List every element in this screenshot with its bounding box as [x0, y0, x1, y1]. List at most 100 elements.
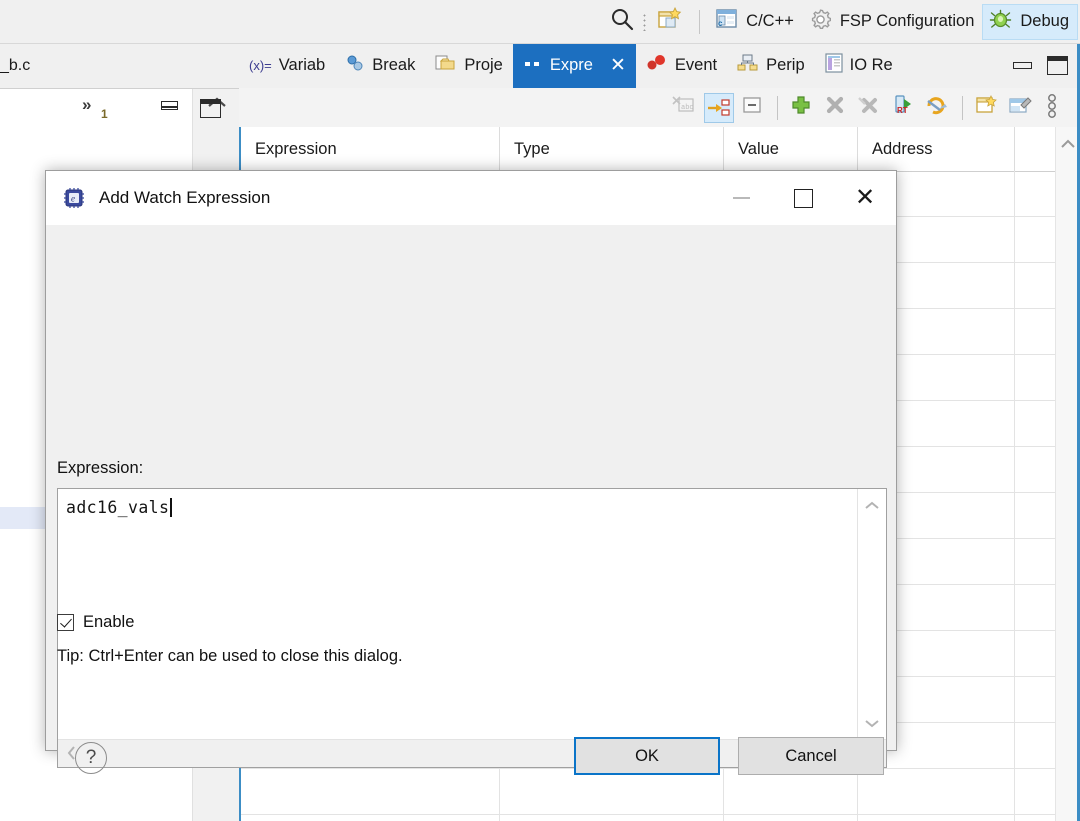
watch-expression-icon: e — [62, 186, 86, 210]
table-cell[interactable] — [1015, 217, 1058, 262]
cancel-button[interactable]: Cancel — [738, 737, 884, 775]
table-row[interactable] — [241, 815, 1080, 821]
table-cell[interactable] — [1015, 263, 1058, 308]
perspective-fsp-configuration[interactable]: FSP Configuration — [802, 6, 981, 38]
editor-tab-bar[interactable]: _b.c » 1 — [0, 43, 239, 121]
show-logical-structure-button[interactable] — [704, 92, 734, 123]
table-cell[interactable] — [241, 815, 500, 821]
expression-vertical-scrollbar[interactable] — [857, 489, 886, 740]
search-button[interactable] — [603, 6, 641, 38]
tab-bar-spacer — [903, 43, 1013, 88]
view-tab-bar: (x)= Variab Break Proje Expre ✕ Event Pe… — [239, 43, 1080, 89]
perspective-c-cpp[interactable]: c C/C++ — [709, 6, 800, 38]
perspective-toolbar: c C/C++ FSP Configuration Debug — [0, 0, 1080, 44]
view-maximize-icon[interactable] — [1047, 56, 1068, 75]
refresh-disable-button[interactable] — [923, 93, 953, 123]
dialog-maximize-button[interactable] — [772, 171, 834, 225]
table-cell[interactable] — [1015, 309, 1058, 354]
column-header-extra[interactable] — [1015, 127, 1058, 171]
table-cell[interactable] — [1015, 585, 1058, 630]
toolbar-dots-icon[interactable] — [643, 12, 647, 31]
table-cell[interactable] — [858, 769, 1015, 814]
remove-all-button[interactable] — [855, 93, 885, 123]
realtime-refresh-button[interactable]: RT — [889, 93, 919, 123]
expression-input[interactable]: adc16_vals — [66, 498, 856, 730]
table-cell[interactable] — [1015, 355, 1058, 400]
maximize-icon[interactable] — [200, 99, 221, 118]
column-header-label: Type — [514, 139, 550, 158]
tab-label: IO Re — [849, 56, 893, 74]
minimize-icon[interactable] — [161, 100, 179, 112]
dialog-close-button[interactable]: ✕ — [834, 171, 896, 225]
tab-breakpoints[interactable]: Break — [335, 43, 425, 88]
table-cell[interactable] — [500, 815, 724, 821]
column-header-expression[interactable]: Expression — [241, 127, 500, 171]
view-menu-button[interactable] — [1040, 93, 1070, 123]
project-explorer-icon — [435, 54, 457, 77]
dialog-minimize-button[interactable] — [710, 171, 772, 225]
close-icon[interactable]: ✕ — [610, 56, 626, 75]
search-icon[interactable] — [609, 6, 635, 37]
table-cell[interactable] — [1015, 493, 1058, 538]
column-header-type[interactable]: Type — [500, 127, 724, 171]
table-cell[interactable] — [1015, 769, 1058, 814]
tab-peripherals[interactable]: Perip — [727, 43, 815, 88]
tab-io-registers[interactable]: IO Re — [815, 43, 903, 88]
tab-label: Proje — [464, 56, 503, 74]
table-cell[interactable] — [724, 815, 858, 821]
remove-selected-button[interactable] — [821, 93, 851, 123]
breakpoints-icon — [345, 55, 365, 76]
chevron-up-icon[interactable] — [864, 497, 880, 514]
edit-expression-button[interactable] — [1006, 93, 1036, 123]
table-cell[interactable] — [1015, 171, 1058, 216]
toolbar-separator — [777, 95, 778, 120]
dialog-window-controls: ✕ — [710, 171, 896, 225]
table-cell[interactable] — [1015, 723, 1058, 768]
new-wizard-icon[interactable] — [656, 6, 682, 37]
help-question-icon[interactable]: ? — [75, 742, 107, 774]
editor-tab-label[interactable]: _b.c — [0, 57, 30, 75]
cancel-button-label: Cancel — [785, 746, 837, 765]
column-header-address[interactable]: Address — [858, 127, 1015, 171]
enable-checkbox-row[interactable]: Enable — [57, 613, 134, 632]
show-type-names-button[interactable]: abc — [670, 93, 700, 123]
tab-expressions[interactable]: Expre ✕ — [512, 43, 636, 88]
tab-project-explorer[interactable]: Proje — [425, 43, 513, 88]
expression-input-container[interactable]: adc16_vals — [57, 488, 887, 768]
table-cell[interactable] — [1015, 539, 1058, 584]
perspective-debug[interactable]: Debug — [982, 3, 1078, 40]
table-cell[interactable] — [1015, 401, 1058, 446]
io-registers-icon — [825, 53, 843, 78]
tab-variables[interactable]: (x)= Variab — [239, 43, 335, 88]
table-cell[interactable] — [241, 769, 500, 814]
table-cell[interactable] — [500, 769, 724, 814]
table-cell[interactable] — [1015, 677, 1058, 722]
table-cell[interactable] — [1015, 631, 1058, 676]
new-expression-window-button[interactable] — [972, 93, 1002, 123]
chevron-down-icon[interactable] — [864, 715, 880, 732]
tab-event-points[interactable]: Event — [636, 43, 727, 88]
enable-checkbox[interactable] — [57, 614, 74, 631]
dialog-title-bar[interactable]: e Add Watch Expression ✕ — [46, 171, 896, 225]
perspective-label: Debug — [1020, 12, 1069, 30]
tab-label: Expre — [549, 56, 593, 74]
table-cell[interactable] — [858, 815, 1015, 821]
add-watch-expression-dialog: e Add Watch Expression ✕ Expression: adc… — [45, 170, 897, 775]
table-row[interactable] — [241, 769, 1080, 815]
toolbar-separator — [962, 95, 963, 120]
open-perspective-button[interactable] — [650, 6, 688, 38]
view-minimize-icon[interactable] — [1013, 51, 1032, 81]
column-header-value[interactable]: Value — [724, 127, 858, 171]
ok-button[interactable]: OK — [574, 737, 720, 775]
editor-tab-overflow-chevron[interactable]: » — [82, 95, 91, 115]
table-cell[interactable] — [1015, 815, 1058, 821]
collapse-all-button[interactable] — [738, 93, 768, 123]
table-cell[interactable] — [724, 769, 858, 814]
ok-button-label: OK — [635, 746, 659, 765]
table-cell[interactable] — [1015, 447, 1058, 492]
expression-label: Expression: — [57, 459, 144, 477]
chevron-up-icon[interactable] — [1060, 137, 1076, 155]
column-header-label: Expression — [255, 139, 337, 158]
add-new-expression-button[interactable] — [787, 93, 817, 123]
editor-tab-overflow-count: 1 — [101, 107, 108, 121]
